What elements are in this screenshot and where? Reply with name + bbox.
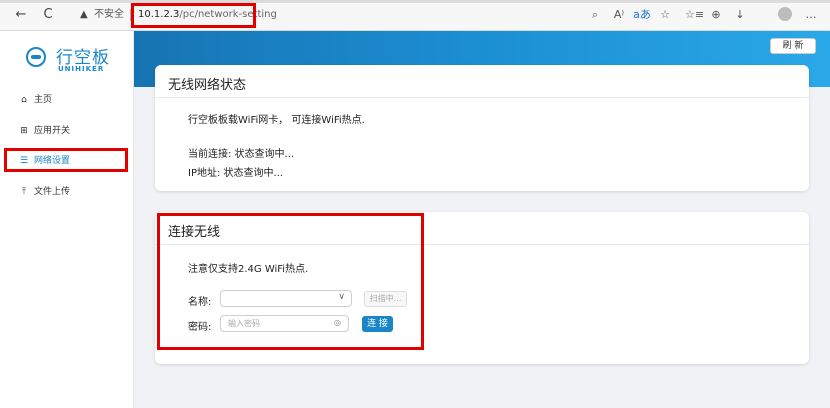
connect-button[interactable]: 连 接 (362, 316, 393, 332)
sidebar-item-label: 文件上传 (34, 187, 71, 197)
not-secure-label[interactable]: 不安全 (94, 5, 124, 25)
read-aloud-icon[interactable]: A⁾ (610, 6, 628, 24)
connect-wifi-card: 连接无线 注意仅支持2.4G WiFi热点. 名称: ∨ 扫描中... 密码: … (155, 212, 809, 364)
refresh-button[interactable]: 刷 新 (770, 38, 816, 54)
sidebar-item-home[interactable]: ⌂ 主页 (0, 89, 133, 111)
sidebar-item-file-upload[interactable]: ⤒ 文件上传 (0, 181, 133, 203)
wifi-icon: ☰ (19, 156, 29, 166)
home-icon: ⌂ (21, 95, 27, 105)
password-placeholder: 输入密码 (228, 319, 260, 328)
wifi-status-card: 无线网络状态 行空板板载WiFi网卡， 可连接WiFi热点. 当前连接: 状态查… (155, 65, 809, 191)
url-path: /pc/network-setting (179, 9, 277, 20)
collections-icon[interactable]: ⊕ (707, 6, 725, 24)
note-text: 注意仅支持2.4G WiFi热点. (188, 264, 309, 275)
url-text[interactable]: 10.1.2.3/pc/network-setting (138, 5, 277, 25)
translate-icon[interactable]: aあ (633, 6, 651, 24)
sidebar: 行空板 UNIHIKER ⌂ 主页 ⊞ 应用开关 ☰ 网络设置 ⤒ 文件上传 (0, 31, 134, 408)
download-icon[interactable]: ↓ (731, 6, 749, 24)
card-title: 连接无线 (168, 225, 221, 240)
sidebar-item-label: 应用开关 (34, 126, 71, 136)
ip-address-text: IP地址: 状态查询中... (188, 168, 284, 179)
sidebar-item-label: 网络设置 (34, 156, 71, 166)
grid-icon: ⊞ (20, 126, 28, 136)
upload-icon: ⤒ (22, 187, 26, 197)
card-title: 无线网络状态 (168, 78, 247, 93)
logo-text-en: UNIHIKER (58, 65, 105, 73)
favorite-icon[interactable]: ☆ (656, 6, 674, 24)
warning-icon: ▲ (80, 9, 88, 20)
sidebar-item-label: 主页 (34, 95, 53, 105)
sidebar-item-app-switch[interactable]: ⊞ 应用开关 (0, 120, 133, 142)
password-label: 密码: (188, 322, 212, 333)
search-icon[interactable]: ⌕ (586, 6, 604, 24)
reload-icon[interactable]: C (39, 6, 57, 24)
more-icon[interactable]: … (802, 6, 820, 24)
divider (155, 97, 809, 98)
current-connection-text: 当前连接: 状态查询中... (188, 149, 295, 160)
profile-avatar[interactable] (778, 7, 792, 21)
browser-toolbar: ← C ▲ 不安全 10.1.2.3/pc/network-setting ⌕ … (0, 0, 830, 31)
divider (155, 244, 809, 245)
name-label: 名称: (188, 297, 212, 308)
ssid-select[interactable]: ∨ (220, 290, 352, 307)
chevron-down-icon: ∨ (338, 292, 345, 302)
status-description: 行空板板载WiFi网卡， 可连接WiFi热点. (188, 115, 365, 126)
eye-icon[interactable]: ◎ (334, 318, 341, 327)
address-bar[interactable]: ▲ 不安全 10.1.2.3/pc/network-setting (70, 5, 660, 25)
sidebar-item-network-settings[interactable]: ☰ 网络设置 (0, 150, 133, 172)
address-separator (130, 9, 131, 21)
password-input[interactable]: 输入密码 ◎ (220, 315, 349, 332)
logo-icon (26, 47, 46, 67)
back-icon[interactable]: ← (12, 6, 30, 24)
url-host: 10.1.2.3 (138, 9, 180, 20)
favorites-list-icon[interactable]: ☆≡ (685, 6, 704, 24)
logo: 行空板 UNIHIKER (26, 45, 126, 73)
scan-button[interactable]: 扫描中... (364, 291, 407, 307)
tab-strip (0, 0, 830, 3)
